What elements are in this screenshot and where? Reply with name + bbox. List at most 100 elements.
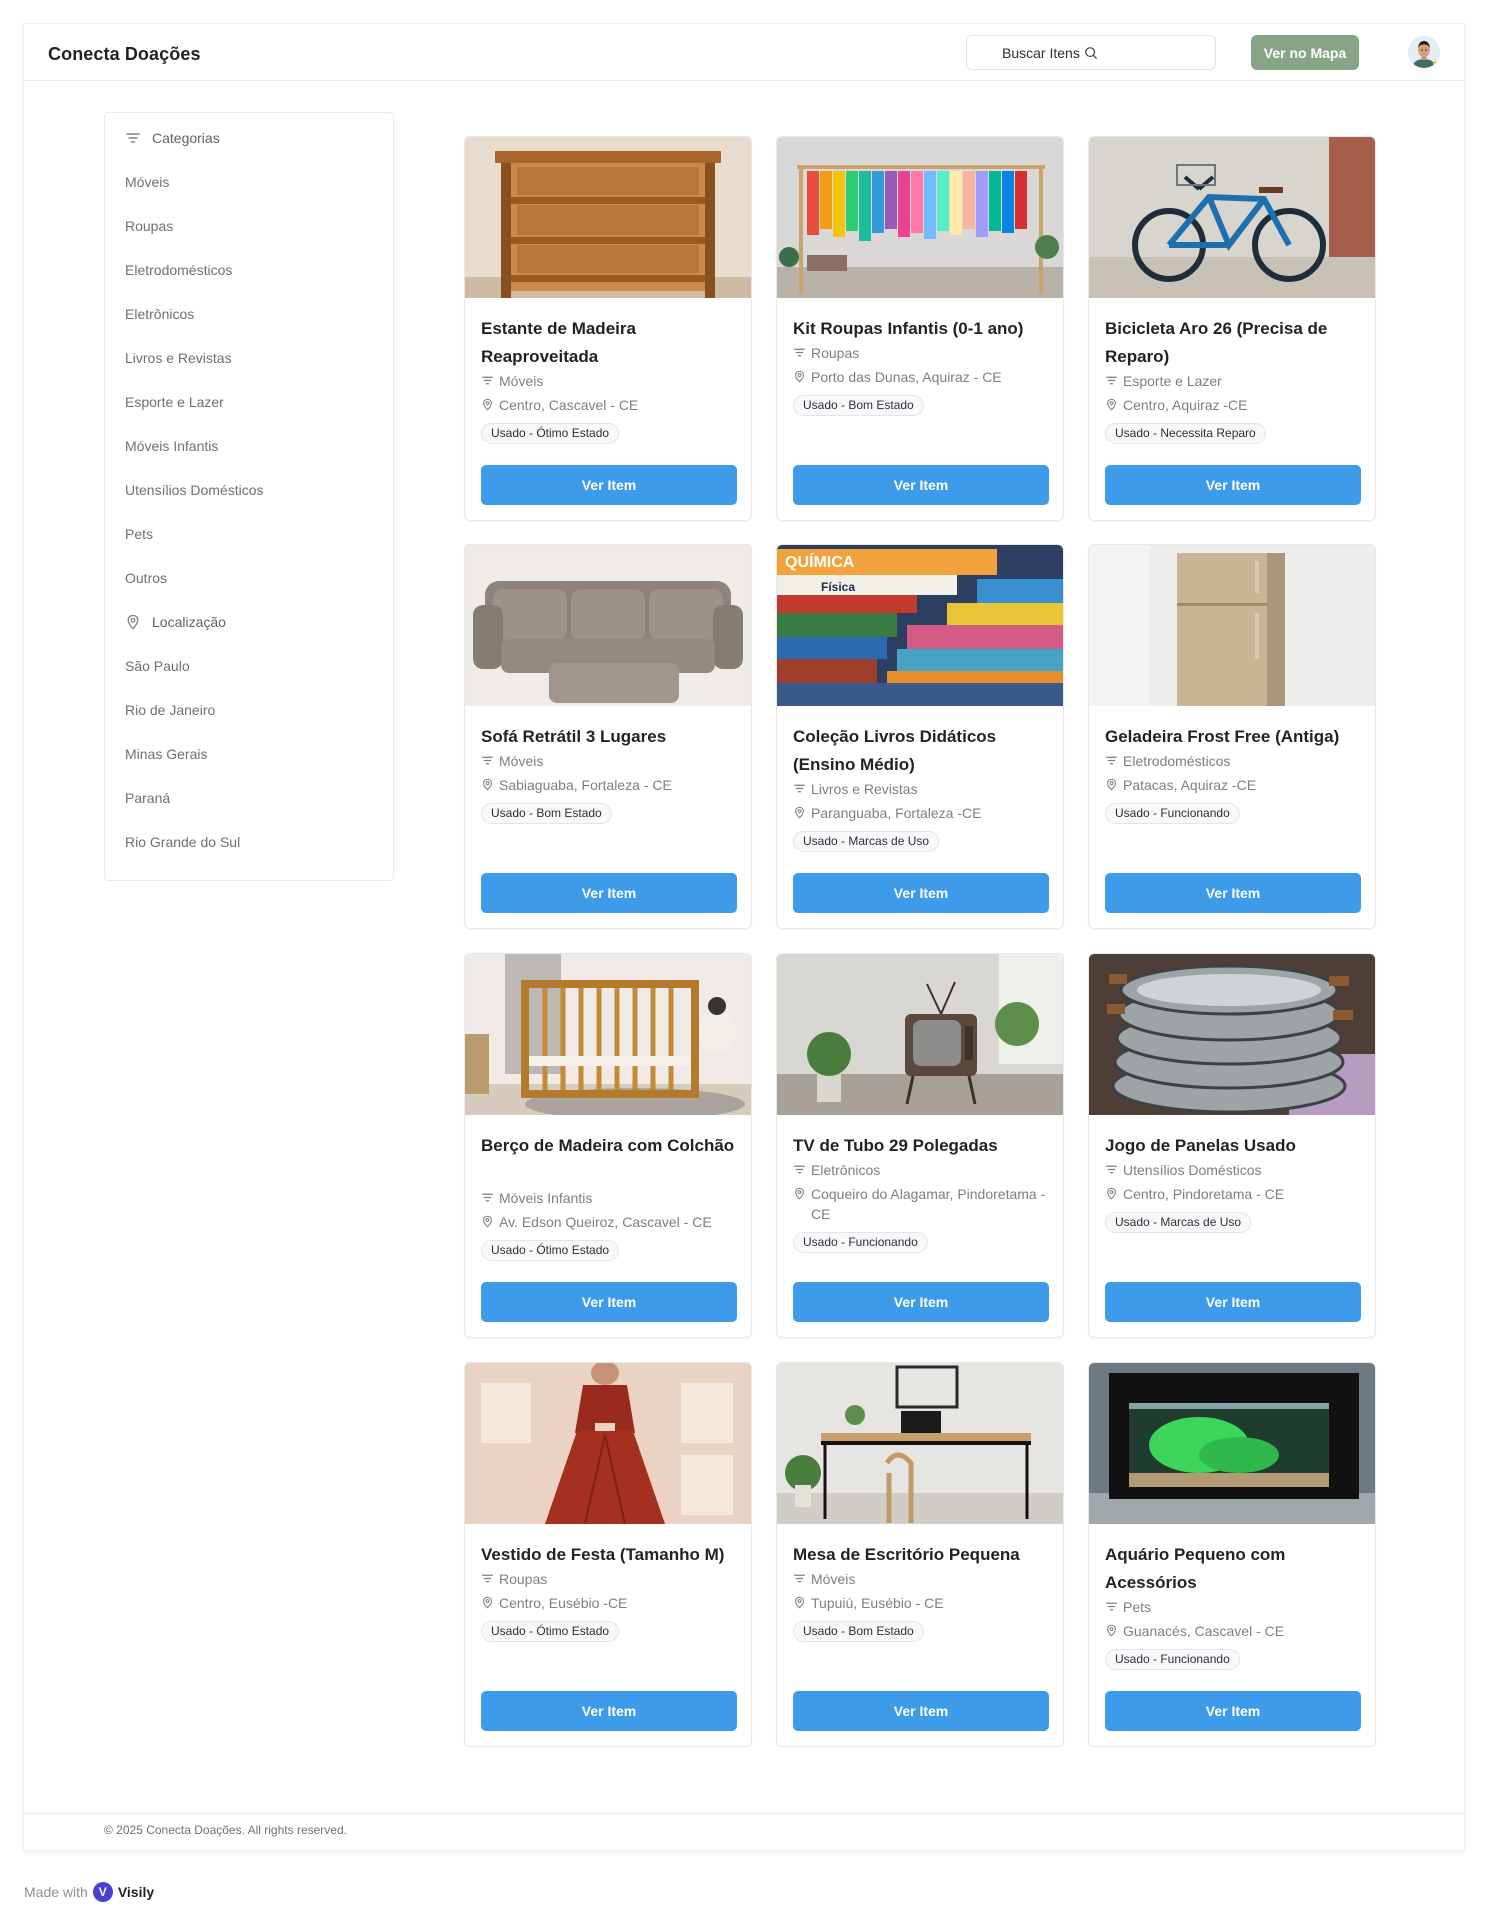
item-category: Móveis xyxy=(481,371,739,391)
filter-icon xyxy=(125,130,145,146)
filter-icon xyxy=(1105,1160,1123,1176)
sidebar-item-location[interactable]: Minas Gerais xyxy=(125,744,207,764)
aquarium-photo[interactable] xyxy=(1089,1363,1375,1524)
view-item-button[interactable]: Ver Item xyxy=(1105,1691,1361,1731)
sidebar-item-category[interactable]: Móveis xyxy=(125,172,169,192)
item-card: Estante de Madeira Reaproveitada Móveis Ce… xyxy=(464,136,752,521)
sidebar-item-location[interactable]: Rio de Janeiro xyxy=(125,700,215,720)
search-label: Buscar Itens xyxy=(1002,44,1080,61)
item-title[interactable]: Jogo de Panelas Usado xyxy=(1105,1132,1363,1160)
sidebar-item-category-label: Móveis Infantis xyxy=(125,438,219,454)
sidebar-item-category[interactable]: Livros e Revistas xyxy=(125,348,232,368)
item-title[interactable]: Geladeira Frost Free (Antiga) xyxy=(1105,723,1363,751)
books-photo[interactable]: QUÍMICA Física xyxy=(777,545,1063,706)
condition-badge: Usado - Ótimo Estado xyxy=(481,1240,620,1261)
item-title[interactable]: Vestido de Festa (Tamanho M) xyxy=(481,1541,739,1569)
sofa-photo[interactable] xyxy=(465,545,751,706)
map-pin-icon xyxy=(1105,1621,1123,1637)
item-location: Sabiaguaba, Fortaleza - CE xyxy=(481,775,739,795)
sidebar-item-category[interactable]: Pets xyxy=(125,524,153,544)
clothes-rack-photo[interactable] xyxy=(777,137,1063,298)
view-item-button[interactable]: Ver Item xyxy=(1105,465,1361,505)
copyright-text: © 2025 Conecta Doações. All rights reser… xyxy=(104,1823,347,1837)
item-location: Coqueiro do Alagamar, Pindoretama -CE xyxy=(793,1184,1051,1224)
item-location-label: Centro, Pindoretama - CE xyxy=(1123,1186,1285,1202)
view-item-button[interactable]: Ver Item xyxy=(481,1282,737,1322)
tv-photo[interactable] xyxy=(777,954,1063,1115)
fridge-photo[interactable] xyxy=(1089,545,1375,706)
item-category-label: Eletrodomésticos xyxy=(1123,753,1231,769)
view-item-button[interactable]: Ver Item xyxy=(793,873,1049,913)
app-window: Conecta Doações Buscar Itens Ver no Mapa… xyxy=(24,24,1464,1850)
view-item-button[interactable]: Ver Item xyxy=(793,1282,1049,1322)
map-pin-icon xyxy=(1105,395,1123,411)
filter-icon xyxy=(1105,751,1123,767)
sidebar-item-category[interactable]: Eletrodomésticos xyxy=(125,260,232,280)
filter-icon xyxy=(793,1569,811,1585)
sidebar-item-category-label: Livros e Revistas xyxy=(125,350,232,366)
item-title[interactable]: Mesa de Escritório Pequena xyxy=(793,1541,1051,1569)
filter-icon xyxy=(1105,371,1123,387)
sidebar-item-category-label: Móveis xyxy=(125,174,170,190)
view-item-button[interactable]: Ver Item xyxy=(1105,873,1361,913)
crib-photo[interactable] xyxy=(465,954,751,1115)
item-title[interactable]: Sofá Retrátil 3 Lugares xyxy=(481,723,739,751)
condition-badge: Usado - Marcas de Uso xyxy=(1105,1212,1252,1233)
map-pin-icon xyxy=(793,367,811,383)
avatar[interactable] xyxy=(1408,36,1440,68)
view-item-button[interactable]: Ver Item xyxy=(1105,1282,1361,1322)
view-item-button[interactable]: Ver Item xyxy=(481,1691,737,1731)
item-title[interactable]: Bicicleta Aro 26 (Precisa de Reparo) xyxy=(1105,315,1363,371)
pans-photo[interactable] xyxy=(1089,954,1375,1115)
sidebar-item-category-label: Esporte e Lazer xyxy=(125,394,224,410)
map-pin-icon xyxy=(481,1212,499,1228)
map-pin-icon xyxy=(793,1593,811,1609)
sidebar-item-category[interactable]: Esporte e Lazer xyxy=(125,392,224,412)
made-with-visily[interactable]: Made with V Visily xyxy=(24,1882,154,1902)
sidebar-item-category-label: Outros xyxy=(125,570,168,586)
sidebar-heading-location-label: Localização xyxy=(152,614,226,630)
sidebar-item-location-label: Rio de Janeiro xyxy=(125,702,216,718)
sidebar-item-location-label: Minas Gerais xyxy=(125,746,208,762)
item-category: Móveis Infantis xyxy=(481,1188,739,1208)
footer-divider xyxy=(24,1813,1464,1814)
search-input[interactable]: Buscar Itens xyxy=(966,35,1216,70)
item-title[interactable]: Estante de Madeira Reaproveitada xyxy=(481,315,739,371)
desk-photo[interactable] xyxy=(777,1363,1063,1524)
bicycle-photo[interactable] xyxy=(1089,137,1375,298)
view-item-button[interactable]: Ver Item xyxy=(793,1691,1049,1731)
view-item-button[interactable]: Ver Item xyxy=(481,873,737,913)
item-location: Paranguaba, Fortaleza -CE xyxy=(793,803,1051,823)
item-title[interactable]: Aquário Pequeno com Acessórios xyxy=(1105,1541,1363,1597)
condition-badge: Usado - Bom Estado xyxy=(793,1621,924,1642)
sidebar-item-location-label: Rio Grande do Sul xyxy=(125,834,241,850)
condition-badge: Usado - Ótimo Estado xyxy=(481,1621,620,1642)
item-title[interactable]: TV de Tubo 29 Polegadas xyxy=(793,1132,1051,1160)
sidebar-item-category[interactable]: Utensílios Domésticos xyxy=(125,480,264,500)
item-title[interactable]: Kit Roupas Infantis (0-1 ano) xyxy=(793,315,1051,343)
view-item-button[interactable]: Ver Item xyxy=(481,465,737,505)
sidebar-item-location[interactable]: São Paulo xyxy=(125,656,190,676)
sidebar-item-location[interactable]: Rio Grande do Sul xyxy=(125,832,240,852)
sidebar-item-category[interactable]: Roupas xyxy=(125,216,173,236)
sidebar-item-location[interactable]: Paraná xyxy=(125,788,170,808)
sidebar-heading-categories: Categorias xyxy=(125,128,220,148)
condition-badge: Usado - Funcionando xyxy=(1105,1649,1240,1670)
sidebar-item-category[interactable]: Outros xyxy=(125,568,167,588)
sidebar-item-category[interactable]: Eletrônicos xyxy=(125,304,194,324)
condition-badge: Usado - Bom Estado xyxy=(793,395,924,416)
item-location-label: Centro, Eusébio -CE xyxy=(499,1595,628,1611)
shelf-photo[interactable] xyxy=(465,137,751,298)
map-view-button[interactable]: Ver no Mapa xyxy=(1251,35,1359,70)
item-title[interactable]: Coleção Livros Didáticos (Ensino Médio) xyxy=(793,723,1051,779)
dress-photo[interactable] xyxy=(465,1363,751,1524)
sidebar-item-location-label: Paraná xyxy=(125,790,171,806)
view-item-button[interactable]: Ver Item xyxy=(793,465,1049,505)
sidebar-item-location-label: São Paulo xyxy=(125,658,190,674)
sidebar-item-category[interactable]: Móveis Infantis xyxy=(125,436,218,456)
item-category-label: Livros e Revistas xyxy=(811,781,918,797)
condition-badge: Usado - Ótimo Estado xyxy=(481,423,620,444)
svg-text:Física: Física xyxy=(821,580,855,594)
item-card: Geladeira Frost Free (Antiga) Eletrodomés… xyxy=(1088,544,1376,929)
item-title[interactable]: Berço de Madeira com Colchão xyxy=(481,1132,739,1160)
